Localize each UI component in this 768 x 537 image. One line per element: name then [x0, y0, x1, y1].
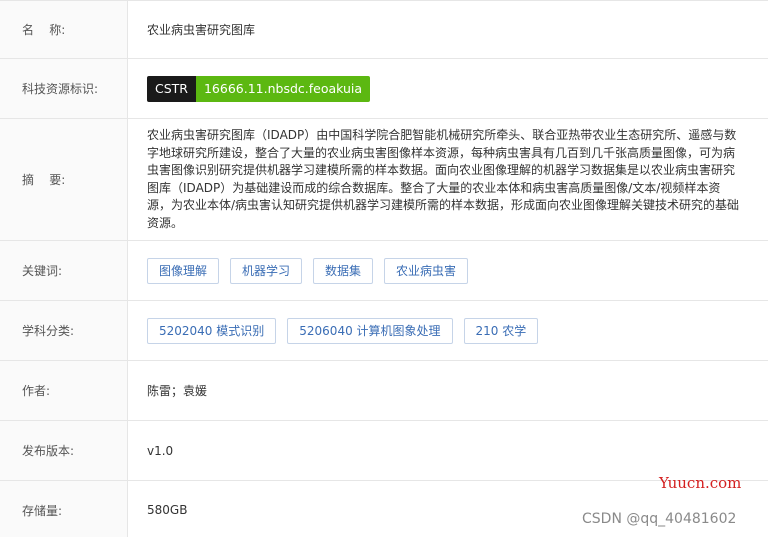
row-version: 发布版本: v1.0 [0, 421, 768, 481]
row-keywords: 关键词: 图像理解 机器学习 数据集 农业病虫害 [0, 241, 768, 301]
name-value: 农业病虫害研究图库 [147, 23, 256, 37]
row-subjects: 学科分类: 5202040 模式识别 5206040 计算机图象处理 210 农… [0, 301, 768, 361]
row-cstr: 科技资源标识: CSTR 16666.11.nbsdc.feoakuia [0, 59, 768, 119]
abstract-text: 农业病虫害研究图库（IDADP）由中国科学院合肥智能机械研究所牵头、联合亚热带农… [147, 128, 740, 230]
row-abstract: 摘 要: 农业病虫害研究图库（IDADP）由中国科学院合肥智能机械研究所牵头、联… [0, 119, 768, 241]
authors-label: 作者: [0, 361, 128, 420]
keyword-tag[interactable]: 图像理解 [147, 257, 220, 284]
name-label: 名 称: [0, 1, 128, 58]
site-watermark: Yuucn.com [659, 474, 742, 492]
version-label: 发布版本: [0, 421, 128, 480]
subjects-label: 学科分类: [0, 301, 128, 360]
cstr-prefix: CSTR [147, 75, 196, 102]
row-name: 名 称: 农业病虫害研究图库 [0, 1, 768, 59]
abstract-label: 摘 要: [0, 119, 128, 240]
subject-tag[interactable]: 5202040 模式识别 [147, 317, 277, 344]
storage-label: 存储量: [0, 481, 128, 537]
subject-tags: 5202040 模式识别 5206040 计算机图象处理 210 农学 [147, 317, 539, 344]
author-watermark: CSDN @qq_40481602 [582, 511, 737, 527]
version-value: v1.0 [147, 443, 174, 458]
keywords-label: 关键词: [0, 241, 128, 300]
keyword-tags: 图像理解 机器学习 数据集 农业病虫害 [147, 257, 469, 284]
metadata-table: 名 称: 农业病虫害研究图库 科技资源标识: CSTR 16666.11.nbs… [0, 0, 768, 537]
cstr-badge[interactable]: CSTR 16666.11.nbsdc.feoakuia [147, 75, 371, 102]
subject-tag[interactable]: 5206040 计算机图象处理 [287, 317, 453, 344]
cstr-label: 科技资源标识: [0, 59, 128, 118]
keyword-tag[interactable]: 机器学习 [230, 257, 303, 284]
cstr-id: 16666.11.nbsdc.feoakuia [195, 75, 371, 102]
keyword-tag[interactable]: 农业病虫害 [384, 257, 469, 284]
row-storage: 存储量: 580GB [0, 481, 768, 537]
keyword-tag[interactable]: 数据集 [313, 257, 374, 284]
authors-value: 陈雷；袁媛 [147, 384, 208, 398]
subject-tag[interactable]: 210 农学 [463, 317, 539, 344]
row-authors: 作者: 陈雷；袁媛 [0, 361, 768, 421]
